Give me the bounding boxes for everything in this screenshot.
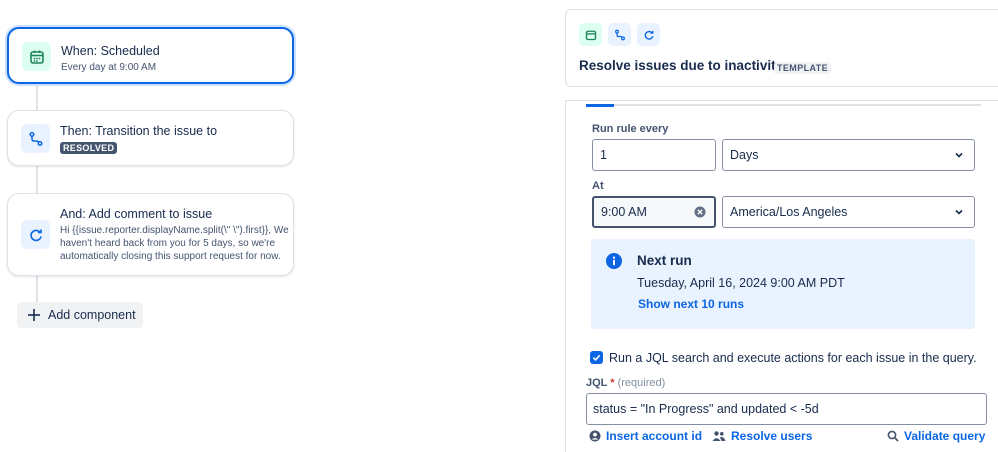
flow-connector-2 (36, 166, 38, 194)
jql-checkbox[interactable] (590, 351, 603, 364)
template-badge: TEMPLATE (774, 62, 832, 74)
run-every-unit-select[interactable]: Days (722, 139, 975, 171)
time-value: 9:00 AM (601, 205, 647, 219)
resolve-users-label: Resolve users (731, 429, 813, 443)
component-icons (579, 23, 660, 46)
calendar-icon (22, 42, 51, 71)
jql-label: JQL * (required) (586, 377, 665, 389)
jql-label-text: JQL (586, 377, 608, 389)
run-every-input[interactable]: 1 (592, 139, 716, 171)
jql-input[interactable]: status = "In Progress" and updated < -5d (586, 393, 987, 425)
tab-bar (586, 104, 981, 106)
next-run-info: Next run Tuesday, April 16, 2024 9:00 AM… (591, 239, 975, 329)
panel-title: Resolve issues due to inactivity (579, 58, 784, 73)
people-icon (712, 430, 726, 442)
flow-connector-3 (36, 276, 38, 302)
run-every-label: Run rule every (592, 123, 669, 135)
required-text: (required) (617, 377, 666, 389)
show-next-runs-link[interactable]: Show next 10 runs (638, 297, 744, 311)
insert-account-id-link[interactable]: Insert account id (589, 429, 702, 443)
run-every-unit: Days (730, 148, 759, 162)
search-icon (887, 430, 899, 442)
jql-checkbox-label: Run a JQL search and execute actions for… (609, 351, 977, 365)
add-component-label: Add component (48, 308, 136, 322)
comment-body-line-3: automatically closing this support reque… (60, 251, 281, 262)
branch-icon (21, 124, 50, 153)
timezone-value: America/Los Angeles (730, 205, 848, 219)
clear-icon[interactable] (694, 206, 706, 218)
next-run-title: Next run (637, 253, 692, 268)
checkmark-icon (592, 353, 601, 362)
add-component-button[interactable]: Add component (17, 302, 143, 328)
status-badge: RESOLVED (60, 142, 118, 154)
chevron-down-icon (954, 150, 964, 160)
resolve-users-link[interactable]: Resolve users (712, 429, 812, 443)
panel-body: Run rule every 1 Days At 9:00 AM America… (565, 100, 998, 452)
comment-title: And: Add comment to issue (60, 207, 213, 221)
trigger-card-scheduled[interactable]: When: Scheduled Every day at 9:00 AM (7, 27, 294, 84)
info-icon (606, 253, 622, 269)
next-run-date: Tuesday, April 16, 2024 9:00 AM PDT (637, 276, 845, 290)
panel-header: Resolve issues due to inactivity TEMPLAT… (565, 9, 998, 87)
time-input[interactable]: 9:00 AM (592, 196, 716, 228)
trigger-title: When: Scheduled (61, 44, 160, 58)
user-circle-icon (589, 430, 601, 442)
trigger-subtitle: Every day at 9:00 AM (61, 62, 157, 73)
transition-title: Then: Transition the issue to (60, 124, 218, 138)
action-card-transition[interactable]: Then: Transition the issue to RESOLVED (7, 110, 294, 166)
refresh-icon[interactable] (637, 23, 660, 46)
refresh-icon (21, 220, 50, 249)
required-mark: * (610, 377, 615, 389)
comment-body-line-2: haven't heard back from you for 5 days, … (60, 238, 276, 249)
chevron-down-icon (954, 207, 964, 217)
plus-icon (27, 308, 41, 322)
calendar-icon[interactable] (579, 23, 602, 46)
validate-query-link[interactable]: Validate query (887, 429, 985, 443)
validate-query-label: Validate query (904, 429, 986, 443)
tab-active-indicator[interactable] (586, 104, 614, 107)
run-every-value: 1 (600, 148, 607, 162)
jql-value: status = "In Progress" and updated < -5d (593, 402, 819, 416)
at-label: At (592, 180, 604, 192)
insert-account-id-label: Insert account id (606, 429, 703, 443)
action-card-comment[interactable]: And: Add comment to issue Hi {{issue.rep… (7, 193, 294, 276)
flow-connector-1 (36, 84, 38, 110)
branch-icon[interactable] (608, 23, 631, 46)
comment-body-line-1: Hi {{issue.reporter.displayName.split(\"… (60, 225, 289, 236)
timezone-select[interactable]: America/Los Angeles (722, 196, 975, 228)
